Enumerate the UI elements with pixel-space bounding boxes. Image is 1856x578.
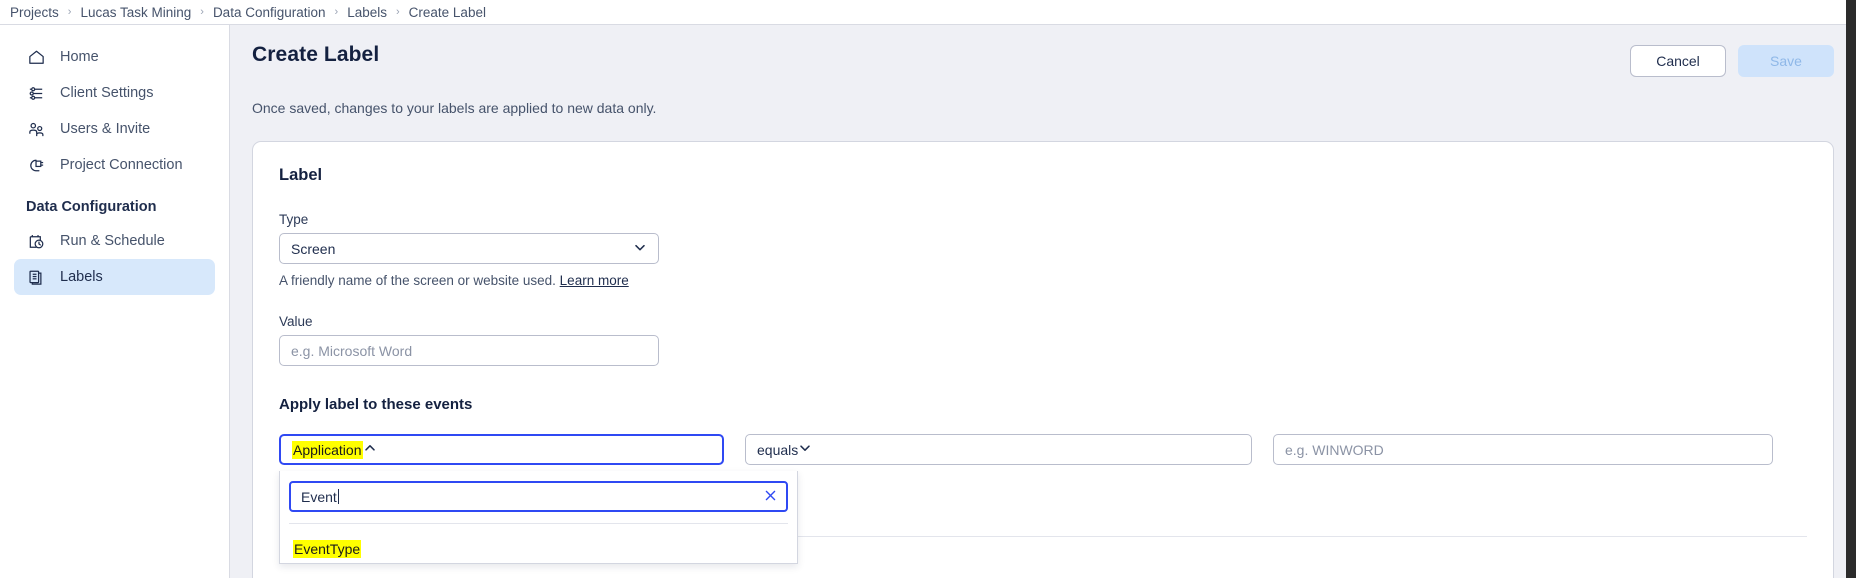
sidebar-item-label: Client Settings [60,85,154,101]
value-input[interactable]: e.g. Microsoft Word [279,335,659,366]
page-header: Create Label Cancel Save [252,43,1834,77]
breadcrumb-separator-icon: › [395,6,400,18]
body-area: Home Client Settings Users & Invite Proj… [0,25,1856,578]
condition-row: Application Event EventType equals e.g. … [279,434,1807,564]
page-title: Create Label [252,43,380,66]
plug-icon [26,155,46,175]
value-field-label: Value [279,314,313,329]
sidebar: Home Client Settings Users & Invite Proj… [0,25,230,578]
condition-field-value: Application [292,440,363,459]
type-select-value: Screen [291,240,336,257]
page-subtitle: Once saved, changes to your labels are a… [252,100,657,116]
sidebar-item-labels[interactable]: Labels [14,259,215,295]
type-helper-sentence: A friendly name of the screen or website… [279,273,556,288]
main-content: Create Label Cancel Save Once saved, cha… [230,25,1856,578]
sidebar-item-label: Home [60,49,99,65]
sidebar-item-client-settings[interactable]: Client Settings [14,75,215,111]
text-caret [337,489,339,504]
sidebar-item-label: Labels [60,269,103,285]
learn-more-link[interactable]: Learn more [560,273,629,288]
condition-operator-select[interactable]: equals [745,434,1252,465]
chevron-down-icon [798,441,812,458]
breadcrumb-item-labels[interactable]: Labels [347,5,387,20]
sidebar-section-title: Data Configuration [26,199,157,215]
sidebar-item-project-connection[interactable]: Project Connection [14,147,215,183]
breadcrumb-separator-icon: › [200,6,204,18]
cancel-button[interactable]: Cancel [1630,45,1726,77]
dropdown-search-input[interactable]: Event [289,481,788,512]
condition-operand-input[interactable]: e.g. WINWORD [1273,434,1773,465]
value-input-placeholder: e.g. Microsoft Word [291,342,413,359]
sidebar-item-users-invite[interactable]: Users & Invite [14,111,215,147]
breadcrumb-item-data-configuration[interactable]: Data Configuration [213,5,326,20]
breadcrumb-separator-icon: › [67,6,72,18]
chevron-down-icon [633,240,647,257]
sidebar-item-label: Users & Invite [60,121,151,137]
type-field-group: Type Screen A friendly name of the scree… [279,212,1807,288]
type-field-label: Type [279,212,309,227]
app-root: Projects › Lucas Task Mining › Data Conf… [0,0,1856,578]
condition-field-dropdown: Event EventType [279,471,798,564]
label-card: Label Type Screen A friendly name of the… [252,141,1834,578]
breadcrumb: Projects › Lucas Task Mining › Data Conf… [0,0,1856,25]
card-title: Label [279,166,323,184]
window-right-edge [1846,0,1856,578]
save-button: Save [1738,45,1834,77]
condition-field-column: Application Event EventType [279,434,798,564]
condition-field-select[interactable]: Application [279,434,724,465]
calendar-clock-icon [26,231,46,251]
breadcrumb-item-lucas-task-mining[interactable]: Lucas Task Mining [80,5,191,20]
sliders-icon [26,83,46,103]
value-field-group: Value e.g. Microsoft Word [279,314,1807,366]
sidebar-item-label: Project Connection [60,157,183,173]
close-icon[interactable] [764,489,777,505]
events-section-title: Apply label to these events [279,396,473,413]
dropdown-option-label: EventType [293,540,362,558]
sidebar-item-home[interactable]: Home [14,39,215,75]
breadcrumb-item-projects[interactable]: Projects [10,5,59,20]
documents-icon [26,267,46,287]
users-icon [26,119,46,139]
sidebar-item-label: Run & Schedule [60,233,165,249]
condition-operand-placeholder: e.g. WINWORD [1285,441,1384,458]
sidebar-item-run-schedule[interactable]: Run & Schedule [14,223,215,259]
condition-operator-value: equals [757,441,799,458]
condition-operator-column: equals [745,434,1252,465]
condition-operand-column: e.g. WINWORD [1273,434,1773,465]
breadcrumb-item-create-label: Create Label [408,4,486,20]
dropdown-option-eventtype[interactable]: EventType [289,535,788,563]
dropdown-search-value: Event [301,488,337,505]
type-helper-text: A friendly name of the screen or website… [279,273,1807,288]
home-icon [26,47,46,67]
breadcrumb-separator-icon: › [334,6,339,18]
type-select[interactable]: Screen [279,233,659,264]
header-actions: Cancel Save [1630,43,1834,77]
chevron-up-icon [363,441,377,458]
dropdown-option-list: EventType [289,523,788,563]
